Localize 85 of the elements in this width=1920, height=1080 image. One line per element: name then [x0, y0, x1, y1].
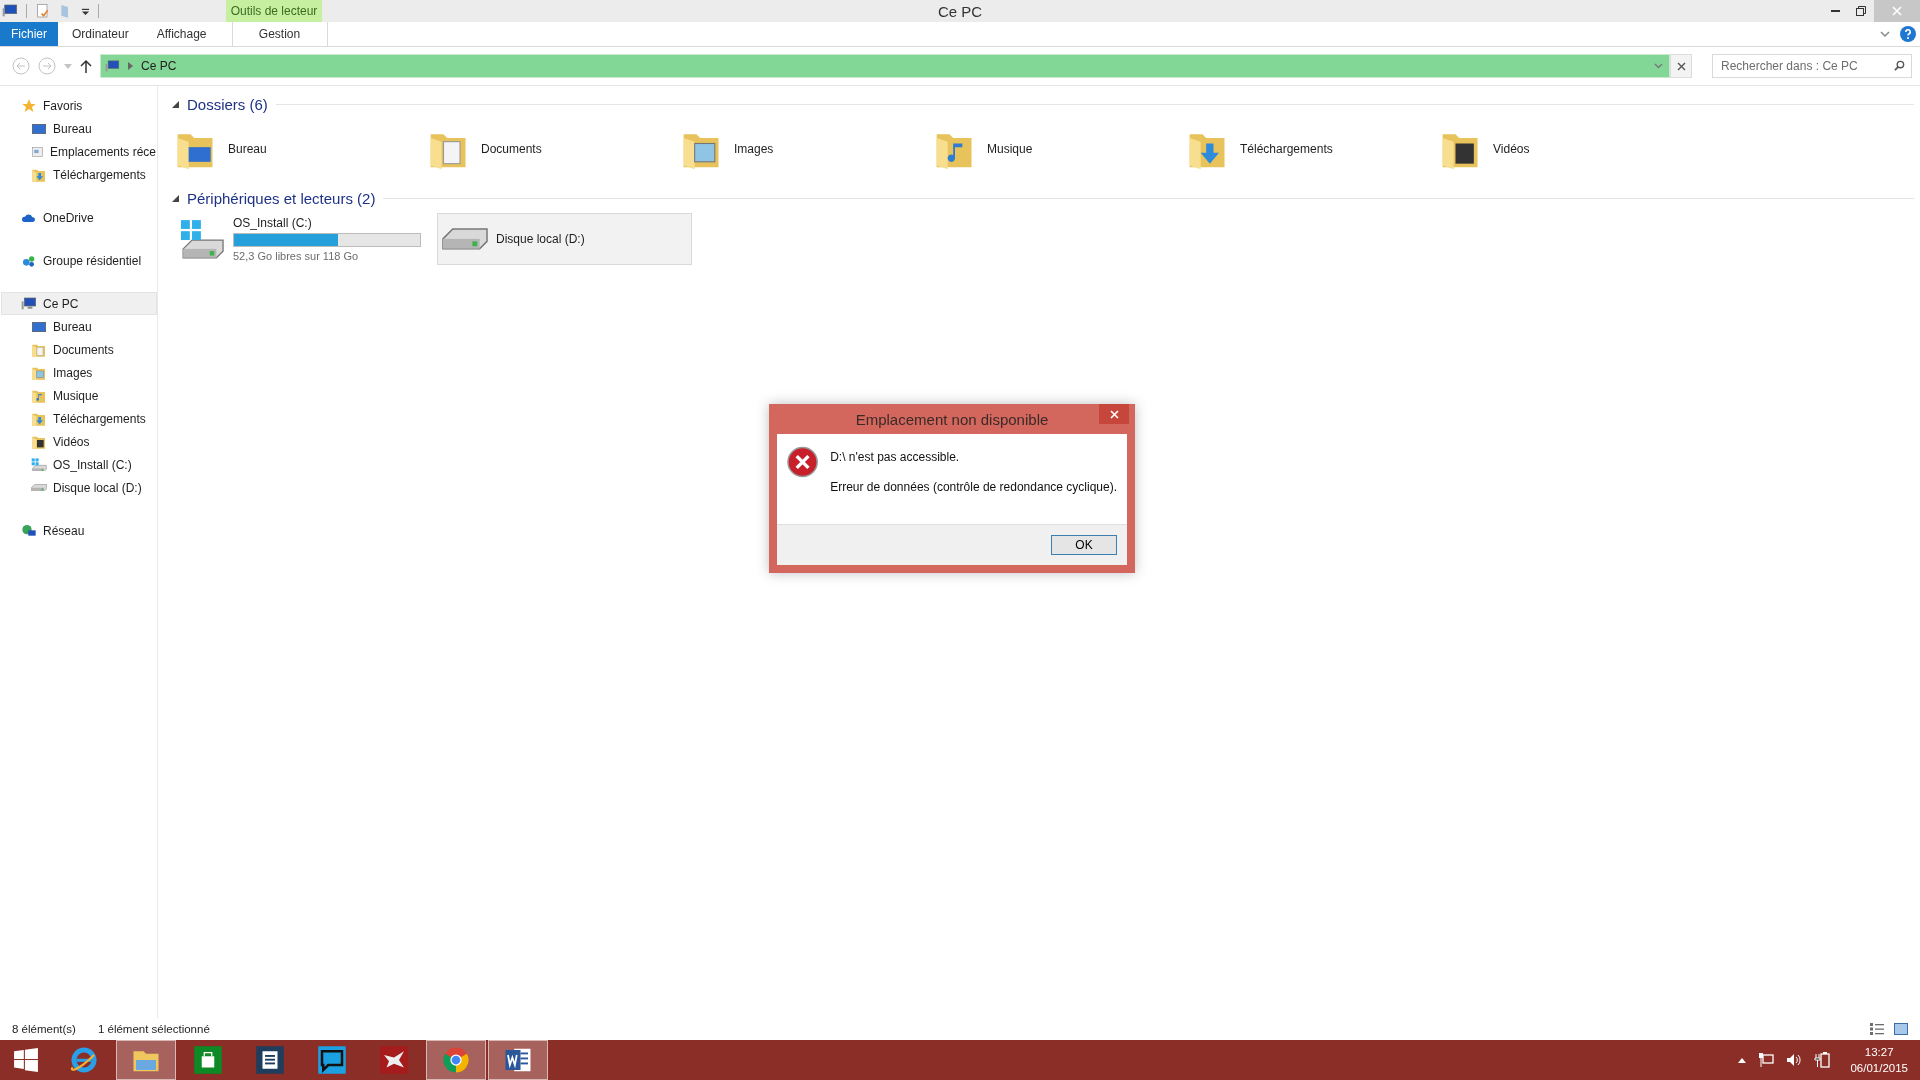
dialog-title: Emplacement non disponible: [855, 410, 1049, 428]
clear-address-button[interactable]: [1670, 54, 1692, 78]
ribbon-tab[interactable]: Fichier: [0, 22, 58, 46]
ribbon-tab[interactable]: Affichage: [142, 22, 221, 46]
nav-item[interactable]: Images: [0, 361, 157, 384]
close-icon: [1109, 409, 1119, 419]
selection-count: 1 élément sélectionné: [97, 1023, 210, 1035]
properties-icon[interactable]: [35, 3, 51, 19]
collapse-arrow-icon[interactable]: [172, 100, 179, 108]
nav-item[interactable]: Bureau: [0, 315, 157, 338]
nav-item[interactable]: Bureau: [0, 117, 157, 140]
drive-tile[interactable]: Disque local (D:): [437, 213, 692, 265]
nav-item[interactable]: Vidéos: [0, 430, 157, 453]
nav-item[interactable]: Ce PC: [1, 292, 157, 315]
chat-bubble-icon: [317, 1045, 347, 1075]
group-heading[interactable]: Périphériques et lecteurs (2): [187, 189, 376, 207]
details-view-icon[interactable]: [1870, 1023, 1884, 1035]
nav-item[interactable]: Téléchargements: [0, 407, 157, 430]
history-dropdown-icon[interactable]: [1654, 63, 1663, 69]
close-icon: [1892, 6, 1902, 16]
minimize-icon: [1830, 10, 1840, 12]
nav-item[interactable]: Réseau: [1, 519, 157, 542]
folder-name[interactable]: Téléchargements: [1240, 142, 1333, 156]
dialog-detail: Erreur de données (contrôle de redondance cyclique).: [830, 480, 1117, 494]
ribbon-tab[interactable]: Gestion: [231, 22, 328, 46]
search-icon[interactable]: [1894, 60, 1905, 71]
windows-logo-icon: [13, 1047, 39, 1073]
customize-dropdown-icon[interactable]: [81, 6, 90, 16]
volume-icon[interactable]: [1786, 1052, 1803, 1068]
network-icon[interactable]: [1758, 1052, 1775, 1068]
ok-button[interactable]: OK: [1051, 535, 1117, 555]
taskbar-button[interactable]: [488, 1040, 548, 1080]
search-field[interactable]: Rechercher dans : Ce PC: [1712, 54, 1912, 78]
nav-item[interactable]: Emplacements réce: [0, 140, 157, 163]
folder-name[interactable]: Vidéos: [1493, 142, 1530, 156]
context-tab-group: Outils de lecteur: [226, 0, 322, 22]
up-button[interactable]: [80, 59, 92, 73]
free-space-text: 52,3 Go libres sur 118 Go: [233, 250, 360, 262]
collapse-arrow-icon[interactable]: [172, 194, 179, 202]
dialog-message: D:\ n'est pas accessible.: [830, 450, 961, 464]
drive-name: Disque local (D:): [496, 232, 585, 246]
star-icon: [21, 97, 37, 114]
nav-item[interactable]: OneDrive: [1, 206, 157, 229]
drive-icon: [179, 219, 225, 259]
browser-e-icon: [69, 1045, 99, 1075]
folder-name[interactable]: Images: [734, 142, 774, 156]
expand-ribbon-icon[interactable]: [1880, 30, 1890, 38]
folder-name[interactable]: Documents: [481, 142, 542, 156]
drive-icon: [31, 457, 47, 472]
folder-name[interactable]: Bureau: [228, 142, 267, 156]
computer-icon: [105, 58, 120, 74]
item-count: 8 élément(s): [12, 1023, 76, 1035]
list-window-icon: [255, 1045, 285, 1075]
computer-icon: [21, 295, 37, 312]
battery-icon[interactable]: [1814, 1052, 1831, 1068]
dialog-close-button[interactable]: [1099, 404, 1129, 424]
window-title: Ce PC: [937, 2, 983, 20]
drive-tile[interactable]: OS_Install (C:) 52,3 Go libres sur 118 Go: [174, 213, 429, 265]
error-icon: [787, 446, 819, 478]
show-hidden-icons-icon[interactable]: [1738, 1057, 1747, 1063]
computer-icon: [2, 3, 18, 19]
nav-item[interactable]: OS_Install (C:): [0, 453, 157, 476]
close-icon: [1676, 61, 1686, 71]
nav-item[interactable]: Disque local (D:): [0, 476, 157, 499]
nav-item[interactable]: Téléchargements: [0, 163, 157, 186]
group-heading[interactable]: Dossiers (6): [187, 95, 268, 113]
help-icon[interactable]: [1900, 26, 1916, 42]
chrome-icon: [441, 1045, 471, 1075]
nav-item[interactable]: Musique: [0, 384, 157, 407]
large-icons-view-icon[interactable]: [1894, 1023, 1908, 1035]
drive-icon: [31, 483, 47, 492]
address-bar[interactable]: Ce PC: [100, 54, 1670, 78]
breadcrumb-arrow-icon[interactable]: [128, 62, 133, 70]
restore-icon: [1856, 6, 1866, 16]
folder-name[interactable]: Musique: [987, 142, 1033, 156]
ribbon-tab[interactable]: Ordinateur: [58, 22, 143, 46]
breadcrumb-item[interactable]: Ce PC: [141, 59, 177, 73]
clock[interactable]: 13:27 06/01/2015: [1850, 1044, 1908, 1076]
drive-icon: [442, 228, 488, 250]
nav-item[interactable]: Groupe résidentiel: [1, 249, 157, 272]
nav-item[interactable]: Documents: [0, 338, 157, 361]
drive-name: OS_Install (C:): [233, 216, 313, 230]
shopping-bag-icon: [193, 1045, 223, 1075]
network-icon: [21, 522, 37, 539]
nav-item[interactable]: Favoris: [1, 94, 157, 117]
